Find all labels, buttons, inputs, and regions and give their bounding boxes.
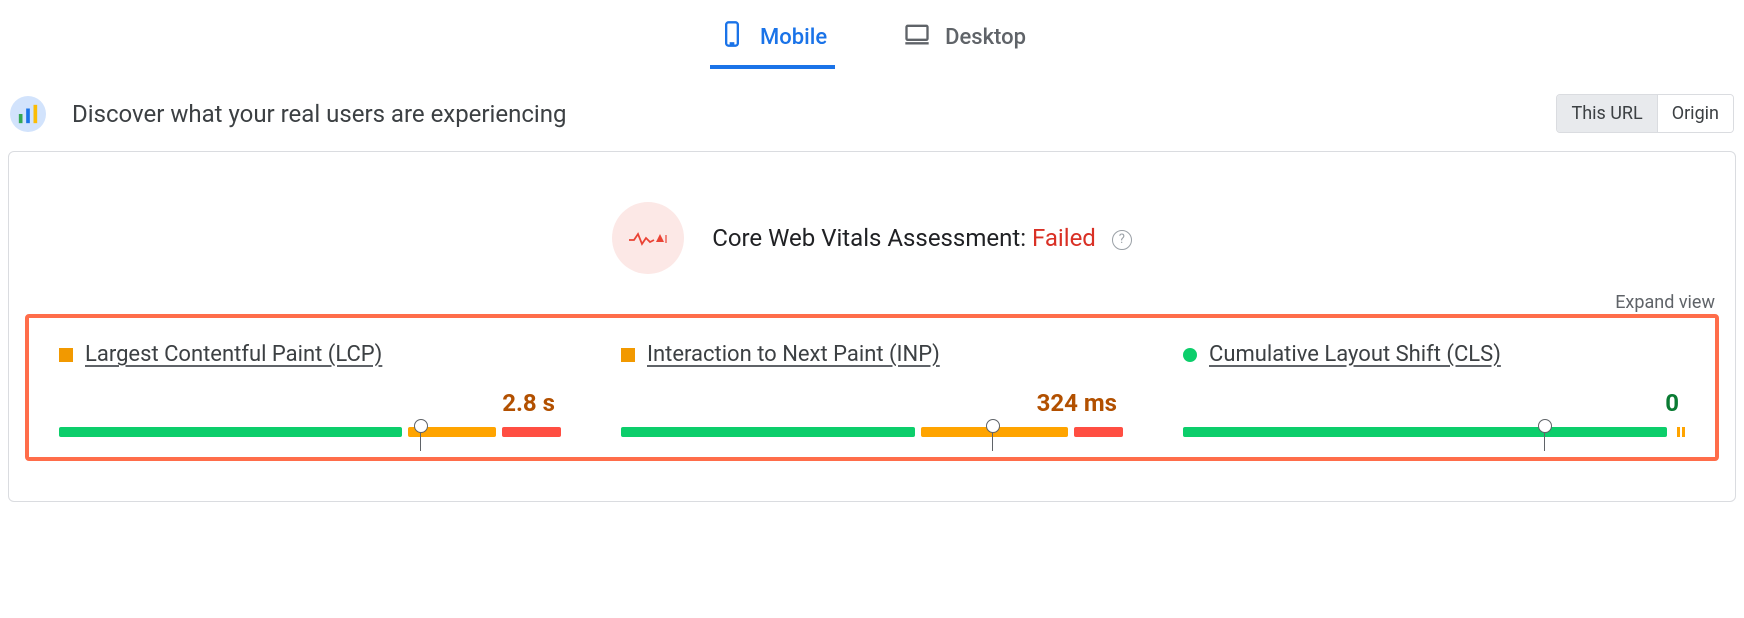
metric-inp-link[interactable]: Interaction to Next Paint (INP)	[647, 342, 940, 367]
metric-lcp-link[interactable]: Largest Contentful Paint (LCP)	[85, 342, 382, 367]
tab-desktop-label: Desktop	[945, 25, 1026, 50]
metric-inp-bar	[621, 427, 1123, 441]
warn-status-icon	[621, 348, 635, 362]
web-vitals-failed-icon	[612, 202, 684, 274]
mobile-icon	[718, 20, 746, 54]
tab-mobile-label: Mobile	[760, 25, 827, 50]
warn-status-icon	[59, 348, 73, 362]
metrics-highlight-box: Largest Contentful Paint (LCP) 2.8 s Int…	[25, 314, 1719, 461]
device-tabs: Mobile Desktop	[0, 10, 1744, 76]
desktop-icon	[903, 20, 931, 54]
metric-lcp-value: 2.8 s	[59, 367, 561, 423]
metric-inp-value: 324 ms	[621, 367, 1123, 423]
assessment-row: Core Web Vitals Assessment: Failed ?	[9, 152, 1735, 284]
metric-inp: Interaction to Next Paint (INP) 324 ms	[621, 342, 1123, 441]
metric-lcp-bar	[59, 427, 561, 441]
metric-cls: Cumulative Layout Shift (CLS) 0	[1183, 342, 1685, 441]
metric-cls-link[interactable]: Cumulative Layout Shift (CLS)	[1209, 342, 1501, 367]
scope-this-url-button[interactable]: This URL	[1557, 95, 1656, 132]
chrome-ux-icon	[10, 96, 46, 132]
assessment-label: Core Web Vitals Assessment:	[712, 224, 1032, 252]
web-vitals-panel: Core Web Vitals Assessment: Failed ? Exp…	[8, 151, 1736, 502]
header-left: Discover what your real users are experi…	[10, 96, 566, 132]
metric-cls-bar	[1183, 427, 1685, 441]
expand-view-link[interactable]: Expand view	[1615, 292, 1715, 313]
section-title: Discover what your real users are experi…	[72, 100, 566, 128]
metric-lcp: Largest Contentful Paint (LCP) 2.8 s	[59, 342, 561, 441]
good-status-icon	[1183, 348, 1197, 362]
metric-cls-value: 0	[1183, 367, 1685, 423]
assessment-text: Core Web Vitals Assessment: Failed ?	[712, 224, 1132, 252]
tab-mobile[interactable]: Mobile	[710, 10, 835, 68]
discover-header: Discover what your real users are experi…	[0, 76, 1744, 151]
scope-toggle: This URL Origin	[1556, 94, 1734, 133]
scope-origin-button[interactable]: Origin	[1657, 95, 1733, 132]
assessment-status: Failed	[1032, 224, 1096, 252]
tab-desktop[interactable]: Desktop	[895, 10, 1034, 68]
help-icon[interactable]: ?	[1112, 230, 1132, 250]
